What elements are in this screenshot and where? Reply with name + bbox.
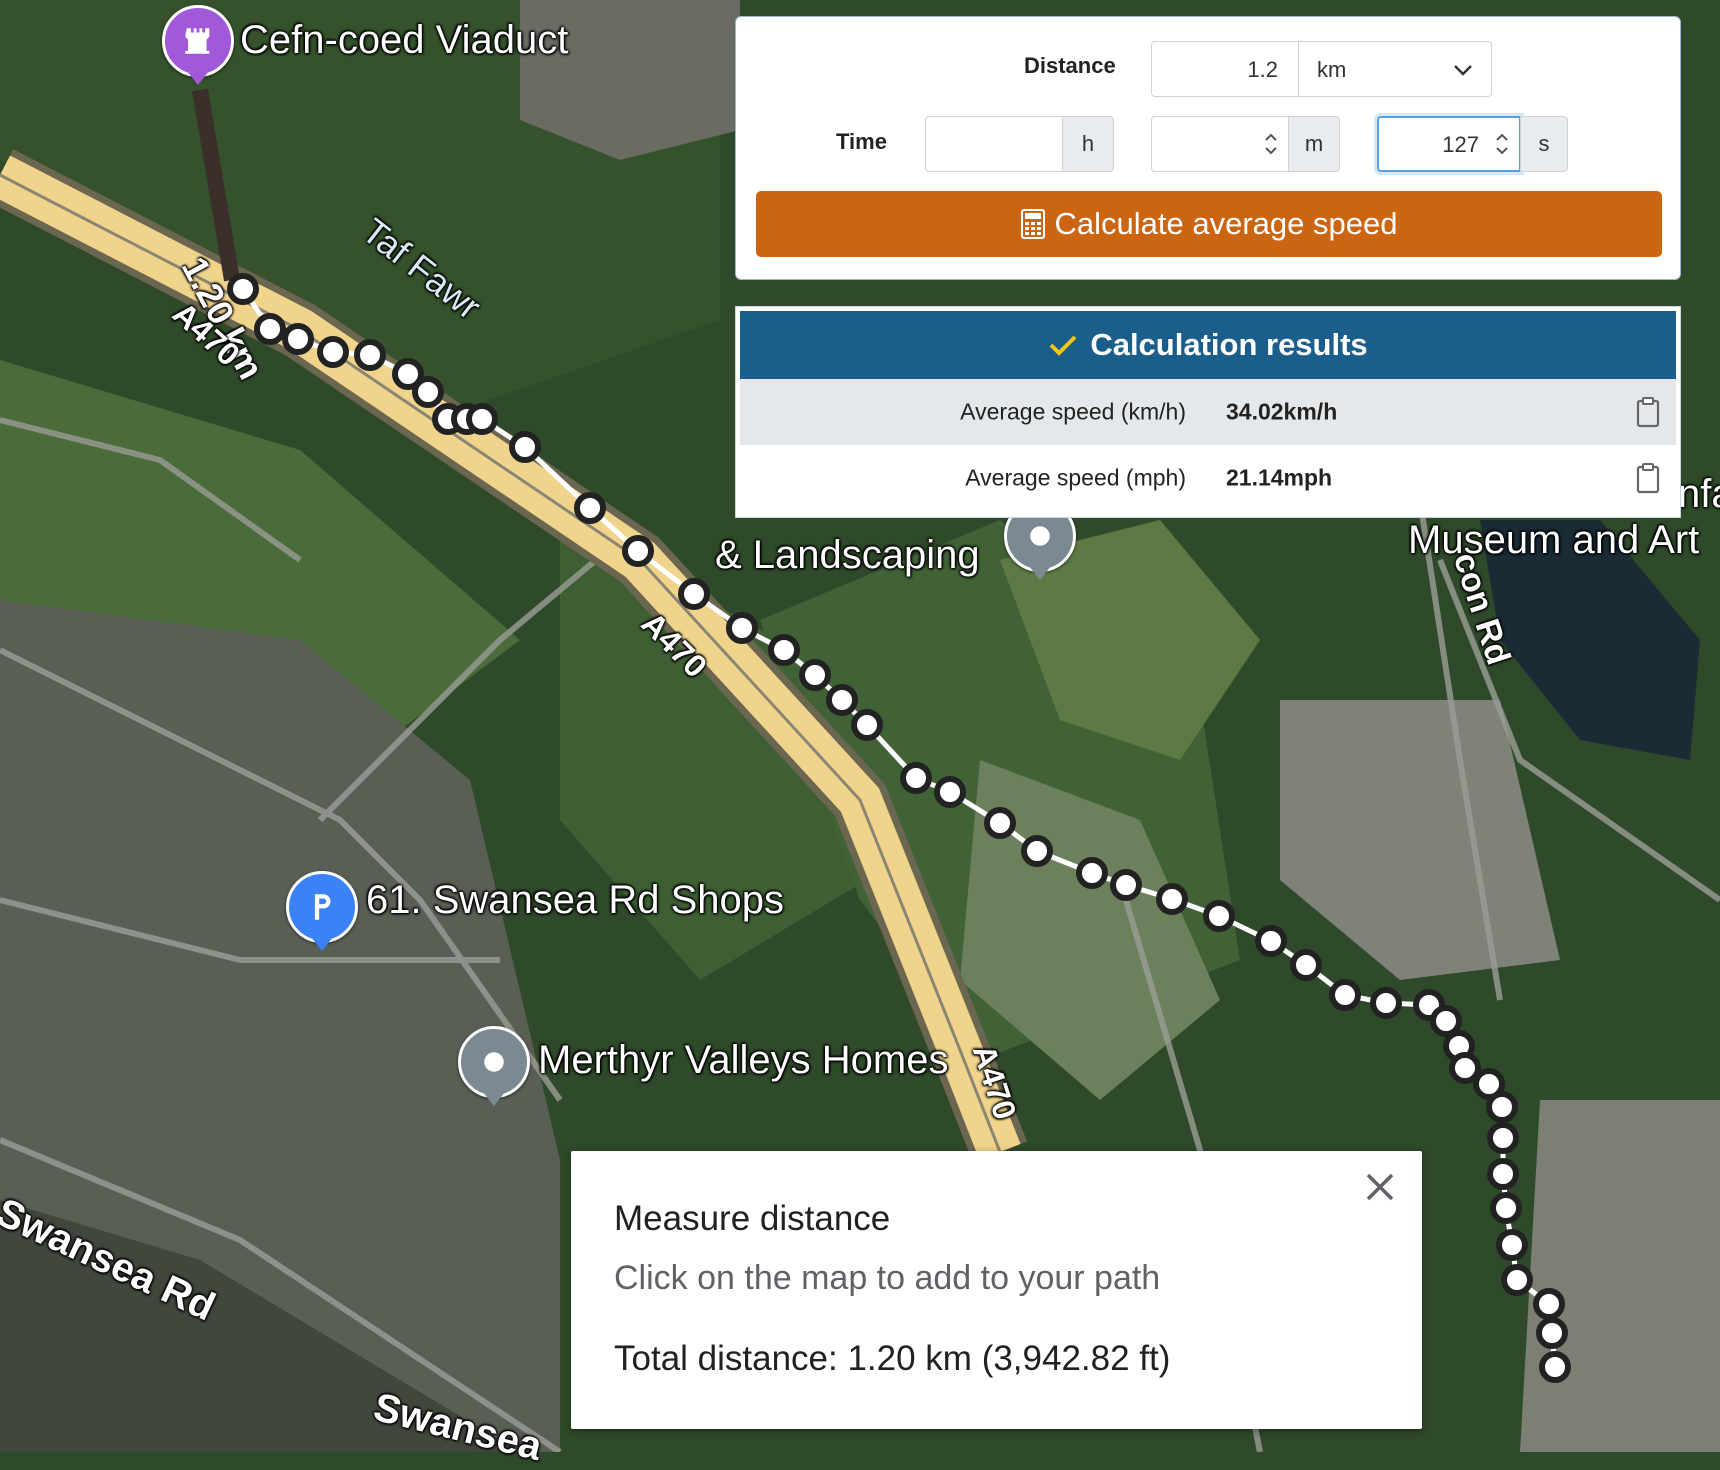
shops-label[interactable]: 61. Swansea Rd Shops [366, 878, 784, 923]
minutes-unit: m [1288, 116, 1340, 172]
path-vertex[interactable] [622, 535, 654, 567]
result-row-mph: Average speed (mph) 21.14mph [740, 445, 1676, 511]
path-vertex[interactable] [1539, 1351, 1571, 1383]
path-vertex[interactable] [466, 403, 498, 435]
calculate-button[interactable]: Calculate average speed [756, 191, 1662, 257]
path-vertex[interactable] [1156, 883, 1188, 915]
clipboard-icon[interactable] [1636, 462, 1660, 494]
path-vertex[interactable] [1486, 1091, 1518, 1123]
museum-fragment-label: nfa [1678, 472, 1720, 516]
path-vertex[interactable] [1329, 979, 1361, 1011]
viaduct-label[interactable]: Cefn-coed Viaduct [240, 18, 568, 63]
path-vertex[interactable] [1076, 857, 1108, 889]
path-vertex[interactable] [1110, 869, 1142, 901]
place-marker-icon [484, 1052, 504, 1072]
castle-icon [185, 28, 210, 54]
distance-unit-value: km [1317, 57, 1347, 82]
path-vertex[interactable] [1430, 1005, 1462, 1037]
path-vertex[interactable] [726, 612, 758, 644]
speed-calculator-panel: Distance 1.2 km Time h m 127 s Calculate… [735, 16, 1681, 280]
path-vertex[interactable] [826, 684, 858, 716]
spinner-icon[interactable] [1495, 129, 1509, 159]
result-value: 21.14mph [1226, 464, 1333, 491]
measure-title: Measure distance [614, 1199, 891, 1238]
path-vertex[interactable] [1449, 1052, 1481, 1084]
measure-hint: Click on the map to add to your path [614, 1259, 1161, 1297]
path-vertex[interactable] [282, 323, 314, 355]
result-label: Average speed (mph) [965, 464, 1186, 491]
homes-pin[interactable] [458, 1026, 530, 1106]
chevron-down-icon [1454, 65, 1472, 76]
result-row-kmh: Average speed (km/h) 34.02km/h [740, 379, 1676, 445]
path-vertex[interactable] [1290, 949, 1322, 981]
path-vertex[interactable] [1255, 925, 1287, 957]
minutes-input[interactable] [1151, 116, 1289, 172]
path-vertex[interactable] [1533, 1288, 1565, 1320]
calculator-icon [1020, 209, 1045, 239]
distance-label: Distance [1024, 53, 1116, 78]
seconds-input[interactable]: 127 [1377, 116, 1521, 172]
path-vertex[interactable] [1490, 1192, 1522, 1224]
time-label: Time [836, 129, 887, 154]
results-title: Calculation results [1090, 327, 1368, 362]
path-vertex[interactable] [1501, 1264, 1533, 1296]
path-vertex[interactable] [509, 431, 541, 463]
path-vertex[interactable] [574, 492, 606, 524]
distance-value: 1.2 [1247, 57, 1278, 82]
hours-input[interactable] [925, 116, 1063, 172]
result-value: 34.02km/h [1226, 398, 1338, 425]
viaduct-pin[interactable] [162, 5, 234, 85]
hours-unit: h [1062, 116, 1114, 172]
path-vertex[interactable] [851, 709, 883, 741]
seconds-unit: s [1520, 116, 1568, 172]
path-vertex[interactable] [678, 578, 710, 610]
path-vertex[interactable] [1487, 1158, 1519, 1190]
measure-distance-popup: Measure distance Click on the map to add… [571, 1151, 1422, 1429]
checkmark-icon [1049, 335, 1077, 356]
close-icon[interactable] [1360, 1167, 1400, 1207]
path-vertex[interactable] [1203, 900, 1235, 932]
path-vertex[interactable] [354, 339, 386, 371]
seconds-value: 127 [1442, 132, 1479, 157]
path-vertex[interactable] [984, 807, 1016, 839]
spinner-icon[interactable] [1264, 129, 1278, 159]
place-marker-icon [1030, 526, 1050, 546]
result-label: Average speed (km/h) [960, 398, 1186, 425]
results-header: Calculation results [740, 311, 1676, 379]
results-panel: Calculation results Average speed (km/h)… [735, 306, 1681, 518]
homes-label[interactable]: Merthyr Valleys Homes [538, 1038, 948, 1083]
parking-icon [314, 894, 331, 920]
measure-total: Total distance: 1.20 km (3,942.82 ft) [614, 1339, 1171, 1378]
path-vertex[interactable] [1487, 1122, 1519, 1154]
path-vertex[interactable] [1021, 835, 1053, 867]
path-vertex[interactable] [317, 336, 349, 368]
path-vertex[interactable] [900, 762, 932, 794]
path-vertex[interactable] [934, 776, 966, 808]
clipboard-icon[interactable] [1636, 396, 1660, 428]
path-vertex[interactable] [1536, 1317, 1568, 1349]
distance-input[interactable]: 1.2 [1151, 41, 1299, 97]
path-vertex[interactable] [254, 313, 286, 345]
calculate-button-label: Calculate average speed [1054, 206, 1398, 241]
fencing-label[interactable]: & Landscaping [715, 533, 980, 578]
path-vertex[interactable] [1370, 987, 1402, 1019]
path-vertex[interactable] [768, 634, 800, 666]
path-vertex[interactable] [1496, 1229, 1528, 1261]
distance-unit-select[interactable]: km [1298, 41, 1492, 97]
museum-label[interactable]: Museum and Art [1408, 518, 1699, 563]
shops-pin[interactable] [286, 871, 358, 951]
path-vertex[interactable] [799, 659, 831, 691]
path-vertex[interactable] [412, 376, 444, 408]
